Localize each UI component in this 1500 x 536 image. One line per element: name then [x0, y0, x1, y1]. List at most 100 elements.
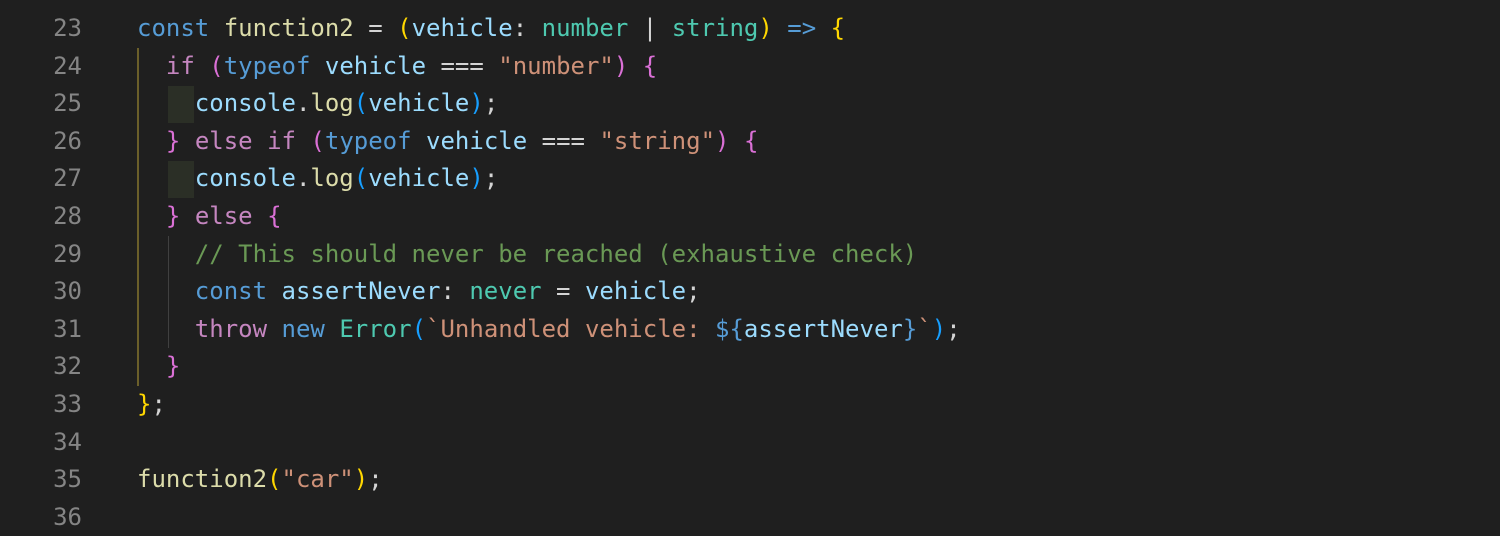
code-token: `: [917, 314, 932, 343]
code-token: // This should never be reached (exhaust…: [194, 239, 918, 268]
code-token: (: [267, 465, 282, 494]
code-token: else: [194, 202, 253, 230]
code-token: }: [165, 202, 181, 230]
code-line[interactable]: 28 } else {: [0, 198, 1500, 236]
line-code: if (typeof vehicle === "number") {: [137, 48, 657, 86]
line-number: 31: [53, 314, 82, 343]
code-token: ;: [368, 465, 383, 494]
code-token: =: [541, 277, 585, 306]
code-token: {: [830, 14, 846, 42]
code-token: ===: [426, 51, 499, 80]
code-token: }: [902, 314, 918, 343]
line-code: console.log(vehicle);: [137, 160, 498, 198]
code-token: (: [397, 14, 412, 42]
code-token: :: [440, 277, 470, 306]
line-code: function2("car");: [137, 461, 383, 499]
code-token: ): [353, 465, 369, 494]
code-token: if: [267, 126, 296, 155]
code-token: log: [310, 164, 354, 193]
code-line[interactable]: 35 function2("car");: [0, 461, 1500, 499]
code-editor[interactable]: 23 const function2 = (vehicle: number | s…: [0, 0, 1500, 531]
code-token: "number": [498, 51, 614, 80]
line-number: 36: [53, 502, 82, 531]
code-token: function2: [137, 465, 268, 494]
line-code: } else if (typeof vehicle === "string") …: [137, 123, 758, 161]
code-token: (: [209, 51, 224, 80]
code-token: vehicle: [368, 89, 470, 118]
code-token: vehicle: [411, 14, 513, 42]
code-token: typeof: [223, 51, 311, 80]
code-token: ): [931, 314, 947, 343]
code-token: (: [310, 126, 325, 155]
code-token: "car": [281, 465, 354, 494]
code-token: function2: [223, 14, 354, 42]
code-line[interactable]: 24 if (typeof vehicle === "number") {: [0, 48, 1500, 86]
line-number: 32: [53, 352, 82, 381]
line-code: }: [137, 348, 180, 386]
code-line[interactable]: 33};: [0, 386, 1500, 424]
code-token: throw: [194, 314, 268, 343]
code-token: ${: [715, 314, 744, 343]
line-number: 28: [53, 202, 82, 230]
code-token: Error: [339, 314, 412, 343]
code-line[interactable]: 27 console.log(vehicle);: [0, 160, 1500, 198]
line-code: const function2 = (vehicle: number | str…: [137, 10, 845, 48]
code-token: {: [743, 126, 759, 155]
code-token: ===: [527, 126, 600, 155]
code-token: }: [137, 390, 152, 418]
line-number: 29: [53, 239, 82, 268]
line-number: 35: [53, 465, 82, 494]
code-line[interactable]: 30 const assertNever: never = vehicle;: [0, 273, 1500, 311]
code-token: ): [469, 164, 484, 193]
code-token: number: [541, 14, 629, 42]
code-token: (: [353, 89, 369, 118]
code-token: .: [295, 164, 311, 193]
line-code: // This should never be reached (exhaust…: [137, 236, 917, 274]
code-token: .: [295, 89, 311, 118]
code-token: }: [165, 352, 181, 381]
code-line[interactable]: 34: [0, 424, 1500, 462]
code-line[interactable]: 32 }: [0, 348, 1500, 386]
line-number: 27: [53, 164, 82, 193]
line-code: console.log(vehicle);: [137, 85, 498, 123]
code-token: `Unhandled vehicle:: [426, 314, 715, 343]
code-token: vehicle: [368, 164, 470, 193]
code-token: vehicle: [324, 51, 427, 80]
code-line[interactable]: 29 // This should never be reached (exha…: [0, 236, 1500, 274]
code-line[interactable]: 31 throw new Error(`Unhandled vehicle: $…: [0, 311, 1500, 349]
code-line[interactable]: 25 console.log(vehicle);: [0, 85, 1500, 123]
code-token: assertNever: [743, 314, 903, 343]
line-number: 30: [53, 277, 82, 306]
code-token: const: [194, 277, 282, 306]
code-token: vehicle: [426, 126, 528, 155]
code-token: ;: [946, 314, 961, 343]
code-token: |: [628, 14, 672, 42]
code-token: never: [469, 277, 542, 306]
code-token: new: [281, 314, 325, 343]
code-line[interactable]: 36: [0, 499, 1500, 536]
code-line[interactable]: 26 } else if (typeof vehicle === "string…: [0, 123, 1500, 161]
code-token: assertNever: [281, 277, 441, 306]
code-token: =>: [787, 14, 817, 42]
code-line[interactable]: 23 const function2 = (vehicle: number | s…: [0, 10, 1500, 48]
line-number: 23: [53, 14, 82, 42]
line-code: } else {: [137, 198, 282, 236]
line-code: throw new Error(`Unhandled vehicle: ${as…: [137, 311, 961, 349]
code-token: =: [353, 14, 398, 42]
